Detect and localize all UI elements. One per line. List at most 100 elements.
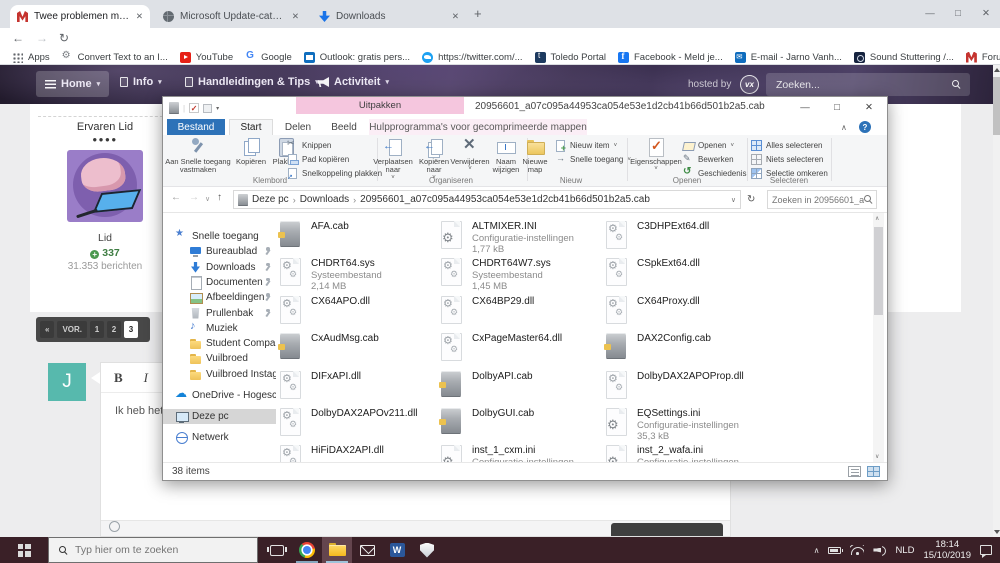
- sidebar-item-student-company[interactable]: Student Company: [163, 336, 276, 351]
- pagination-page-button[interactable]: 1: [90, 321, 104, 338]
- file-item[interactable]: ⚙⚙DolbyDAX2APOProp.dll: [604, 370, 762, 404]
- bookmark-item[interactable]: Outlook: gratis pers...: [298, 52, 416, 63]
- ribbon-button-selall[interactable]: Alles selecteren: [751, 139, 822, 152]
- bold-button[interactable]: B: [114, 370, 123, 386]
- taskbar-app-word[interactable]: [382, 537, 412, 563]
- close-tab-icon[interactable]: ✕: [452, 11, 459, 22]
- back-icon[interactable]: ←: [12, 31, 24, 45]
- nav-history-icon[interactable]: ∨: [205, 195, 210, 203]
- wifi-icon[interactable]: [850, 545, 864, 555]
- ribbon-button-newfolder[interactable]: Nieuwe map: [515, 137, 555, 175]
- refresh-icon[interactable]: ↻: [747, 194, 755, 205]
- sidebar-item-deze-pc[interactable]: Deze pc: [163, 409, 276, 424]
- bookmark-item[interactable]: Apps: [6, 52, 56, 63]
- ribbon-button-edit[interactable]: Bewerken: [683, 153, 734, 166]
- file-item[interactable]: ⚙⚙CHDRT64W7.sysSysteembestand1,45 MB: [439, 257, 597, 291]
- breadcrumb[interactable]: Deze pc›Downloads›20956601_a07c095a44953…: [233, 190, 741, 209]
- qat-customize-icon[interactable]: ▾: [216, 105, 219, 112]
- site-search[interactable]: [766, 73, 970, 96]
- bookmark-item[interactable]: https://twitter.com/...: [416, 52, 528, 63]
- explorer-close-button[interactable]: ✕: [853, 97, 885, 118]
- ribbon-button-selnone[interactable]: Niets selecteren: [751, 153, 823, 166]
- browser-tab[interactable]: Downloads✕: [312, 5, 466, 28]
- pagination-first-button[interactable]: «: [40, 321, 54, 338]
- nav-forward-icon[interactable]: →: [189, 192, 199, 203]
- taskbar-app-taskview[interactable]: [262, 537, 292, 563]
- site-search-input[interactable]: [776, 79, 952, 91]
- sidebar-item-bureaublad[interactable]: Bureaublad: [163, 244, 276, 259]
- file-item[interactable]: DAX2Config.cab: [604, 332, 762, 366]
- ribbon-tab-delen[interactable]: Delen: [277, 119, 319, 135]
- file-item[interactable]: ⚙⚙CX64Proxy.dll: [604, 295, 762, 329]
- ribbon-tab-contextual[interactable]: Hulpprogramma's voor gecomprimeerde mapp…: [369, 119, 587, 135]
- explorer-maximize-button[interactable]: □: [821, 97, 853, 118]
- bookmark-item[interactable]: Google: [239, 52, 298, 63]
- site-nav-activiteit[interactable]: Activiteit▾: [318, 76, 389, 88]
- browser-maximize-button[interactable]: □: [944, 0, 972, 26]
- files-scroll-thumb[interactable]: [874, 227, 883, 315]
- sidebar-item-onedrive-hogescho[interactable]: OneDrive - Hogescho: [163, 388, 276, 403]
- explorer-search[interactable]: [767, 190, 877, 209]
- files-scroll-down-icon[interactable]: ∨: [875, 453, 879, 460]
- file-item[interactable]: ⚙inst_2_wafa.iniConfiguratie-instellinge…: [604, 444, 762, 462]
- submit-comment-button[interactable]: [611, 523, 723, 536]
- taskbar-app-defender[interactable]: [412, 537, 442, 563]
- forward-icon[interactable]: →: [36, 31, 48, 45]
- ribbon-button-cut[interactable]: Knippen: [287, 139, 331, 152]
- scrollbar-up-icon[interactable]: [994, 68, 1000, 72]
- ribbon-tab-start[interactable]: Start: [229, 119, 273, 135]
- sidebar-item-vuilbroed-instagram[interactable]: Vuilbroed Instagram: [163, 367, 276, 382]
- help-icon[interactable]: ?: [859, 121, 871, 133]
- ribbon-button-copyto[interactable]: Kopiëren naar˅: [415, 137, 453, 181]
- sidebar-item-snelle-toegang[interactable]: Snelle toegang: [163, 229, 276, 244]
- pagination-page-button[interactable]: 2: [107, 321, 121, 338]
- sidebar-item-afbeeldingen[interactable]: Afbeeldingen: [163, 290, 276, 305]
- search-icon[interactable]: [864, 195, 872, 204]
- ribbon-button-path[interactable]: Pad kopiëren: [287, 153, 349, 166]
- browser-tab[interactable]: Microsoft Update-catalogus✕: [156, 5, 306, 28]
- pagination-page-button[interactable]: 3: [124, 321, 138, 338]
- site-nav-handleidingen-tips[interactable]: Handleidingen & Tips▾: [185, 76, 319, 88]
- search-icon[interactable]: [952, 80, 960, 89]
- action-center-icon[interactable]: [980, 545, 992, 555]
- explorer-search-input[interactable]: [772, 195, 864, 205]
- close-tab-icon[interactable]: ✕: [292, 11, 299, 22]
- sidebar-item-prullenbak[interactable]: Prullenbak: [163, 306, 276, 321]
- sidebar-item-netwerk[interactable]: Netwerk: [163, 430, 276, 445]
- explorer-minimize-button[interactable]: —: [789, 97, 821, 118]
- thumbnail-view-icon[interactable]: [867, 466, 880, 477]
- file-item[interactable]: ⚙⚙CSpkExt64.dll: [604, 257, 762, 291]
- files-scrollbar[interactable]: ∧ ∨: [873, 213, 884, 462]
- file-item[interactable]: AFA.cab: [278, 220, 436, 254]
- volume-icon[interactable]: [873, 545, 886, 555]
- bookmark-item[interactable]: Forums - PC Helpfo...: [960, 52, 1000, 63]
- file-item[interactable]: ⚙⚙DolbyDAX2APOv211.dll: [278, 407, 436, 441]
- close-tab-icon[interactable]: ✕: [136, 11, 143, 22]
- reload-icon[interactable]: ↻: [59, 31, 69, 45]
- battery-icon[interactable]: [828, 547, 841, 554]
- ribbon-button-quick[interactable]: Snelle toegang˅: [555, 153, 631, 166]
- ribbon-button-newitem[interactable]: Nieuw item˅: [555, 139, 617, 152]
- files-scroll-up-icon[interactable]: ∧: [875, 215, 879, 222]
- breadcrumb-segment[interactable]: Deze pc: [252, 194, 289, 205]
- emoji-icon[interactable]: [109, 521, 120, 532]
- taskbar-app-chrome[interactable]: [292, 537, 322, 563]
- qat-properties-icon[interactable]: [189, 103, 199, 113]
- page-scrollbar[interactable]: [993, 65, 1000, 537]
- file-item[interactable]: ⚙ALTMIXER.INIConfiguratie-instellingen1,…: [439, 220, 597, 254]
- new-tab-button[interactable]: +: [474, 6, 482, 21]
- file-item[interactable]: CxAudMsg.cab: [278, 332, 436, 366]
- sidebar-item-muziek[interactable]: Muziek: [163, 321, 276, 336]
- file-item[interactable]: ⚙⚙CX64BP29.dll: [439, 295, 597, 329]
- sidebar-item-downloads[interactable]: Downloads: [163, 260, 276, 275]
- site-nav-home[interactable]: Home▾: [36, 71, 109, 97]
- nav-up-icon[interactable]: ↑: [217, 192, 222, 203]
- file-item[interactable]: ⚙⚙C3DHPExt64.dll: [604, 220, 762, 254]
- clock[interactable]: 18:14 15/10/2019: [923, 539, 971, 561]
- bookmark-item[interactable]: YouTube: [174, 52, 239, 63]
- breadcrumb-dropdown-icon[interactable]: ∨: [731, 196, 736, 204]
- file-item[interactable]: ⚙⚙CxPageMaster64.dll: [439, 332, 597, 366]
- breadcrumb-segment[interactable]: 20956601_a07c095a44953ca054e53e1d2cb41b6…: [360, 194, 650, 205]
- taskbar-app-mail[interactable]: [352, 537, 382, 563]
- bookmark-item[interactable]: E-mail - Jarno Vanh...: [729, 52, 848, 63]
